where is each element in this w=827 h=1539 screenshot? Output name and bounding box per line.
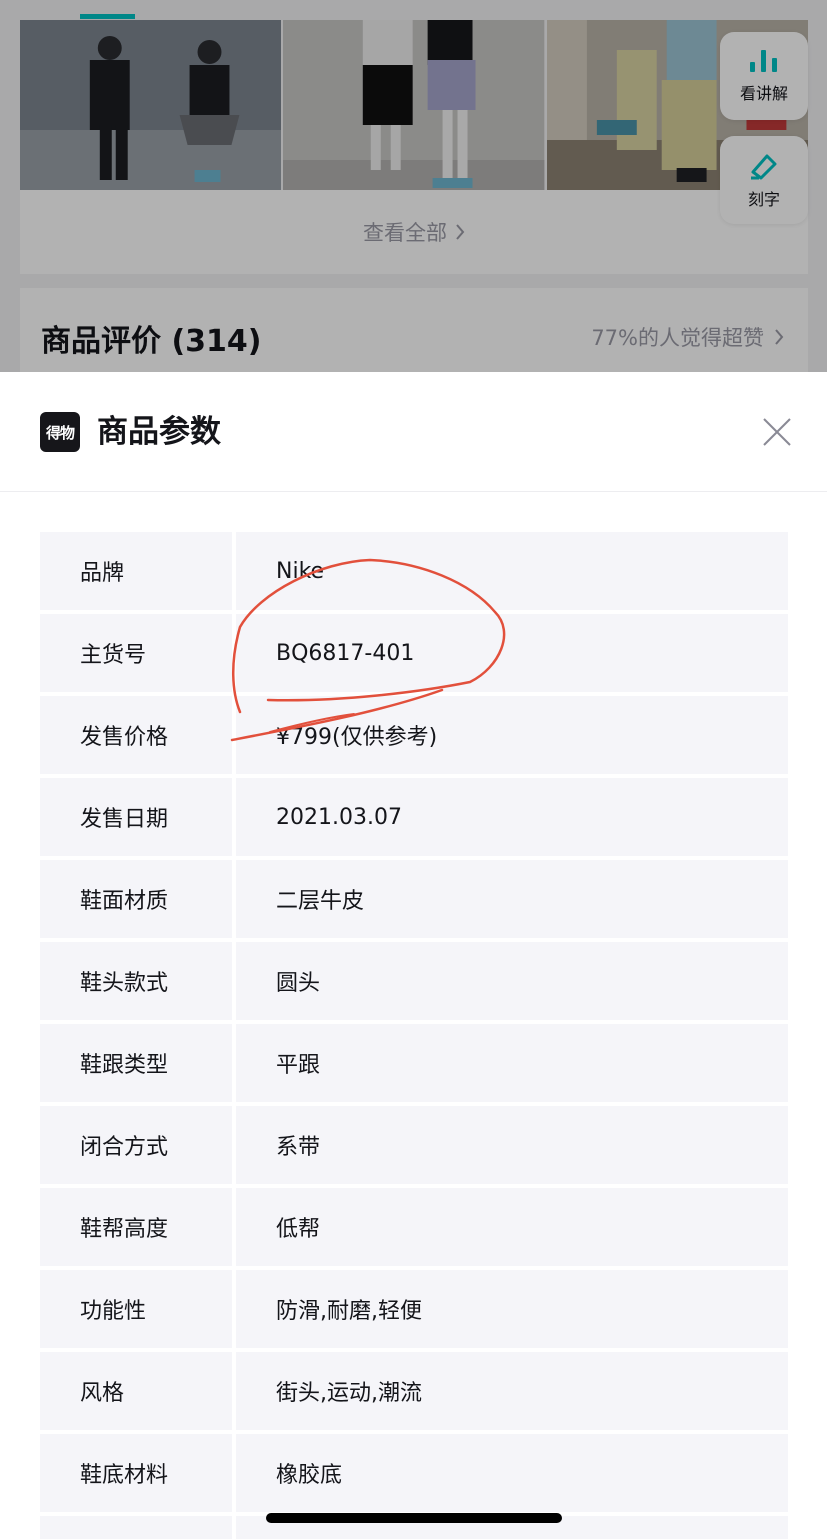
sheet-header: 得物 商品参数 xyxy=(0,372,827,492)
param-value: Nike xyxy=(236,532,788,610)
param-value: 街头,运动,潮流 xyxy=(236,1352,788,1430)
param-key xyxy=(40,1516,232,1539)
param-value: 橡胶底 xyxy=(236,1434,788,1512)
param-value: 2021.03.07 xyxy=(236,778,788,856)
modal-overlay[interactable] xyxy=(0,0,827,372)
param-value: 系带 xyxy=(236,1106,788,1184)
param-row: 功能性 防滑,耐磨,轻便 xyxy=(40,1270,788,1348)
param-row: 鞋跟类型 平跟 xyxy=(40,1024,788,1102)
param-key: 发售日期 xyxy=(40,778,232,856)
param-key: 鞋跟类型 xyxy=(40,1024,232,1102)
param-row: 风格 街头,运动,潮流 xyxy=(40,1352,788,1430)
param-key: 功能性 xyxy=(40,1270,232,1348)
param-row: 发售日期 2021.03.07 xyxy=(40,778,788,856)
param-key: 鞋头款式 xyxy=(40,942,232,1020)
params-sheet: 得物 商品参数 品牌 Nike 主货号 BQ6817-401 发售价格 ¥799(仅供… xyxy=(0,372,827,1539)
param-key: 鞋面材质 xyxy=(40,860,232,938)
param-value: 低帮 xyxy=(236,1188,788,1266)
param-row: 鞋头款式 圆头 xyxy=(40,942,788,1020)
param-row: 闭合方式 系带 xyxy=(40,1106,788,1184)
param-value: BQ6817-401 xyxy=(236,614,788,692)
param-row: 鞋面材质 二层牛皮 xyxy=(40,860,788,938)
param-row: 发售价格 ¥799(仅供参考) xyxy=(40,696,788,774)
params-table: 品牌 Nike 主货号 BQ6817-401 发售价格 ¥799(仅供参考) 发售日期… xyxy=(40,532,788,1539)
param-row: 鞋帮高度 低帮 xyxy=(40,1188,788,1266)
param-value: 平跟 xyxy=(236,1024,788,1102)
brand-logo: 得物 xyxy=(40,412,80,452)
background-page: 查看全部 商品评价 (314) 77%的人觉得超赞 看讲解 刻字 xyxy=(0,0,827,372)
param-row: 品牌 Nike xyxy=(40,532,788,610)
param-value: 二层牛皮 xyxy=(236,860,788,938)
close-icon[interactable] xyxy=(761,416,793,448)
param-key: 风格 xyxy=(40,1352,232,1430)
param-key: 发售价格 xyxy=(40,696,232,774)
home-indicator xyxy=(266,1513,562,1523)
param-row: 主货号 BQ6817-401 xyxy=(40,614,788,692)
param-key: 鞋底材料 xyxy=(40,1434,232,1512)
param-value: ¥799(仅供参考) xyxy=(236,696,788,774)
param-value: 圆头 xyxy=(236,942,788,1020)
param-value: 防滑,耐磨,轻便 xyxy=(236,1270,788,1348)
sheet-title: 商品参数 xyxy=(97,414,221,450)
param-key: 品牌 xyxy=(40,532,232,610)
param-key: 闭合方式 xyxy=(40,1106,232,1184)
param-key: 主货号 xyxy=(40,614,232,692)
param-row: 鞋底材料 橡胶底 xyxy=(40,1434,788,1512)
param-key: 鞋帮高度 xyxy=(40,1188,232,1266)
